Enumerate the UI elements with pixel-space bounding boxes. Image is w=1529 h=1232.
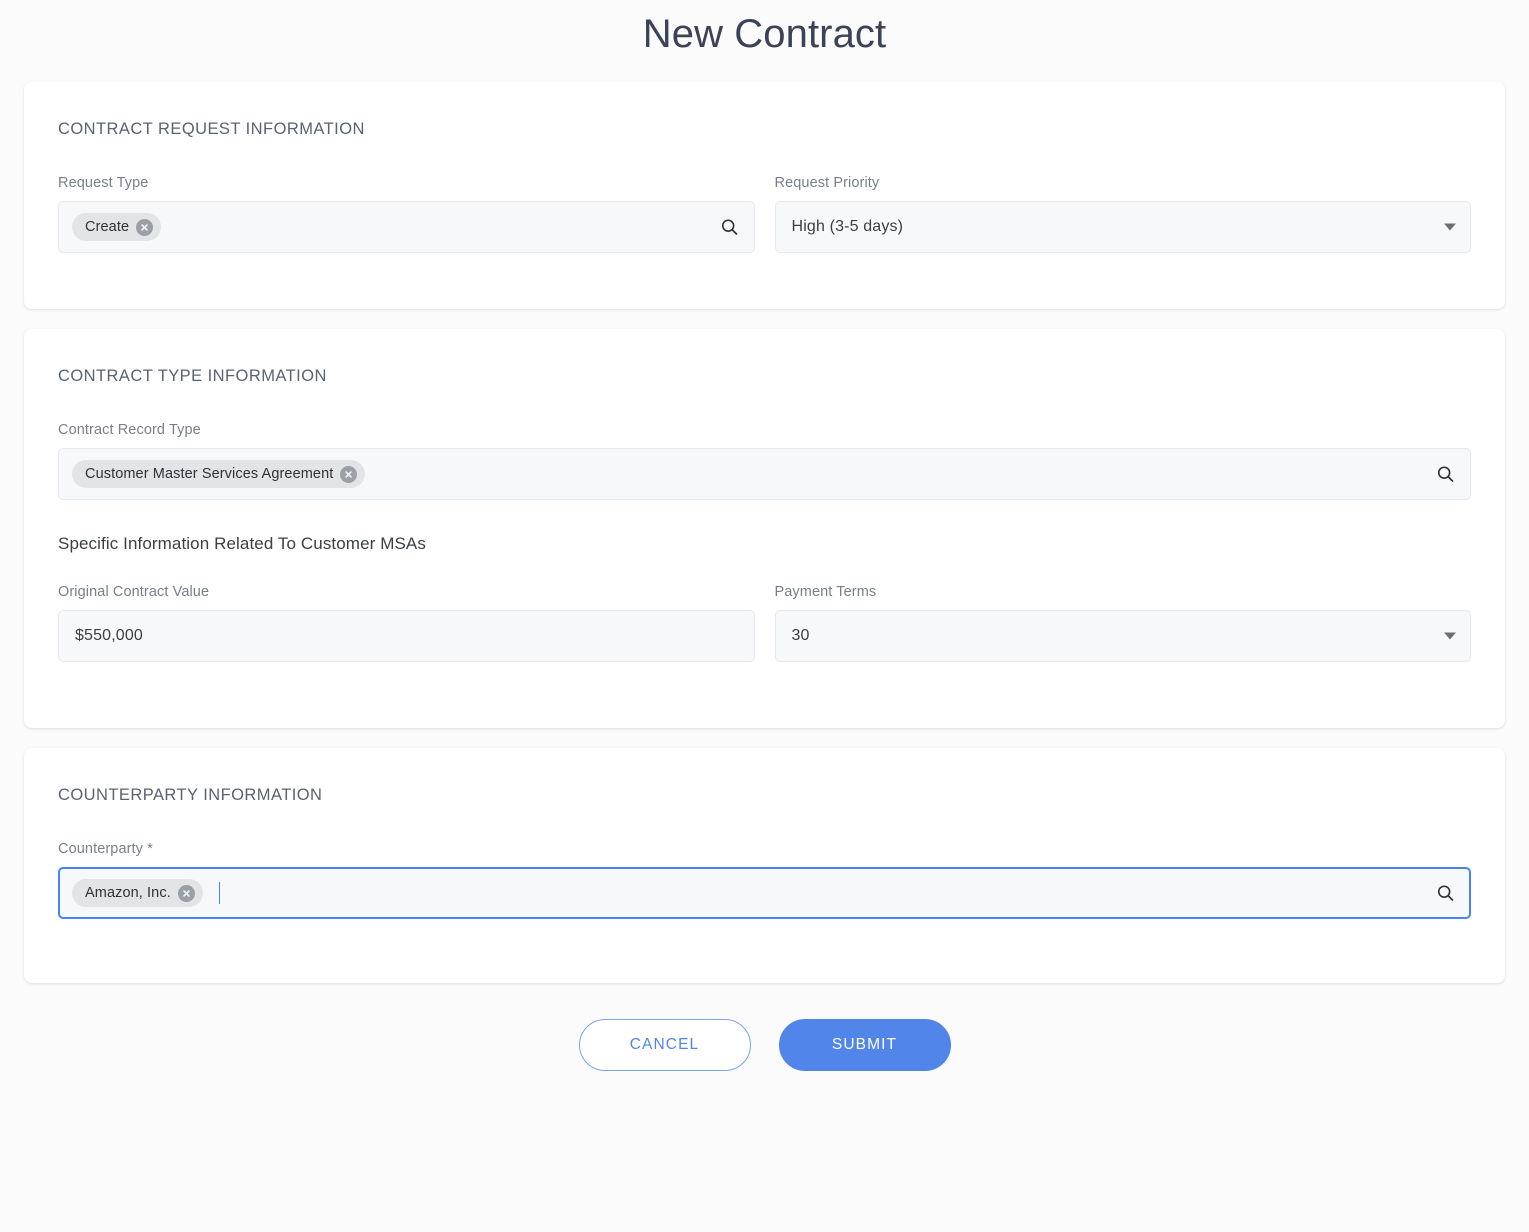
submit-button[interactable]: SUBMIT [779, 1019, 951, 1071]
section-heading-counterparty-information: COUNTERPARTY INFORMATION [58, 786, 1471, 805]
field-original-contract-value: Original Contract Value $550,000 [58, 584, 755, 662]
label-request-priority: Request Priority [775, 175, 1472, 191]
chip-remove-icon[interactable] [178, 885, 195, 902]
search-icon[interactable] [1435, 464, 1456, 485]
counterparty-input[interactable]: Amazon, Inc. [58, 867, 1471, 919]
chip-contract-record-type[interactable]: Customer Master Services Agreement [72, 460, 365, 488]
form-actions: CANCEL SUBMIT [0, 1019, 1529, 1101]
field-row: Original Contract Value $550,000 Payment… [58, 584, 1471, 662]
search-icon[interactable] [1435, 883, 1456, 904]
request-type-input[interactable]: Create [58, 201, 755, 253]
field-row: Counterparty * Amazon, Inc. [58, 841, 1471, 919]
card-contract-type-information: CONTRACT TYPE INFORMATION Contract Recor… [24, 329, 1505, 728]
card-contract-request-information: CONTRACT REQUEST INFORMATION Request Typ… [24, 82, 1505, 309]
chip-request-type[interactable]: Create [72, 213, 161, 241]
label-payment-terms: Payment Terms [775, 584, 1472, 600]
contract-record-type-input[interactable]: Customer Master Services Agreement [58, 448, 1471, 500]
chip-counterparty[interactable]: Amazon, Inc. [72, 879, 203, 907]
section-heading-contract-type-information: CONTRACT TYPE INFORMATION [58, 367, 1471, 386]
form-cards: CONTRACT REQUEST INFORMATION Request Typ… [0, 82, 1529, 983]
chip-remove-icon[interactable] [340, 466, 357, 483]
section-heading-contract-request-information: CONTRACT REQUEST INFORMATION [58, 120, 1471, 139]
field-request-priority: Request Priority High (3-5 days) [775, 175, 1472, 253]
payment-terms-select[interactable]: 30 [775, 610, 1472, 662]
request-priority-select[interactable]: High (3-5 days) [775, 201, 1472, 253]
field-row: Contract Record Type Customer Master Ser… [58, 422, 1471, 500]
chevron-down-icon[interactable] [1444, 633, 1456, 640]
chip-label: Create [85, 219, 129, 235]
original-contract-value-text: $550,000 [75, 627, 143, 645]
label-request-type: Request Type [58, 175, 755, 191]
original-contract-value-input[interactable]: $550,000 [58, 610, 755, 662]
field-payment-terms: Payment Terms 30 [775, 584, 1472, 662]
chip-remove-icon[interactable] [136, 219, 153, 236]
page-title: New Contract [0, 0, 1529, 54]
payment-terms-value: 30 [792, 627, 810, 645]
field-request-type: Request Type Create [58, 175, 755, 253]
card-counterparty-information: COUNTERPARTY INFORMATION Counterparty * … [24, 748, 1505, 983]
label-contract-record-type: Contract Record Type [58, 422, 1471, 438]
label-original-contract-value: Original Contract Value [58, 584, 755, 600]
search-icon[interactable] [719, 217, 740, 238]
subsection-heading-customer-msa-details: Specific Information Related To Customer… [58, 534, 1471, 554]
text-cursor [219, 882, 221, 904]
new-contract-page: New Contract CONTRACT REQUEST INFORMATIO… [0, 0, 1529, 1232]
field-counterparty: Counterparty * Amazon, Inc. [58, 841, 1471, 919]
request-priority-value: High (3-5 days) [792, 218, 904, 236]
cancel-button[interactable]: CANCEL [579, 1019, 751, 1071]
field-contract-record-type: Contract Record Type Customer Master Ser… [58, 422, 1471, 500]
chip-label: Amazon, Inc. [85, 885, 171, 901]
chevron-down-icon[interactable] [1444, 224, 1456, 231]
field-row: Request Type Create [58, 175, 1471, 253]
label-counterparty: Counterparty * [58, 841, 1471, 857]
chip-label: Customer Master Services Agreement [85, 466, 333, 482]
